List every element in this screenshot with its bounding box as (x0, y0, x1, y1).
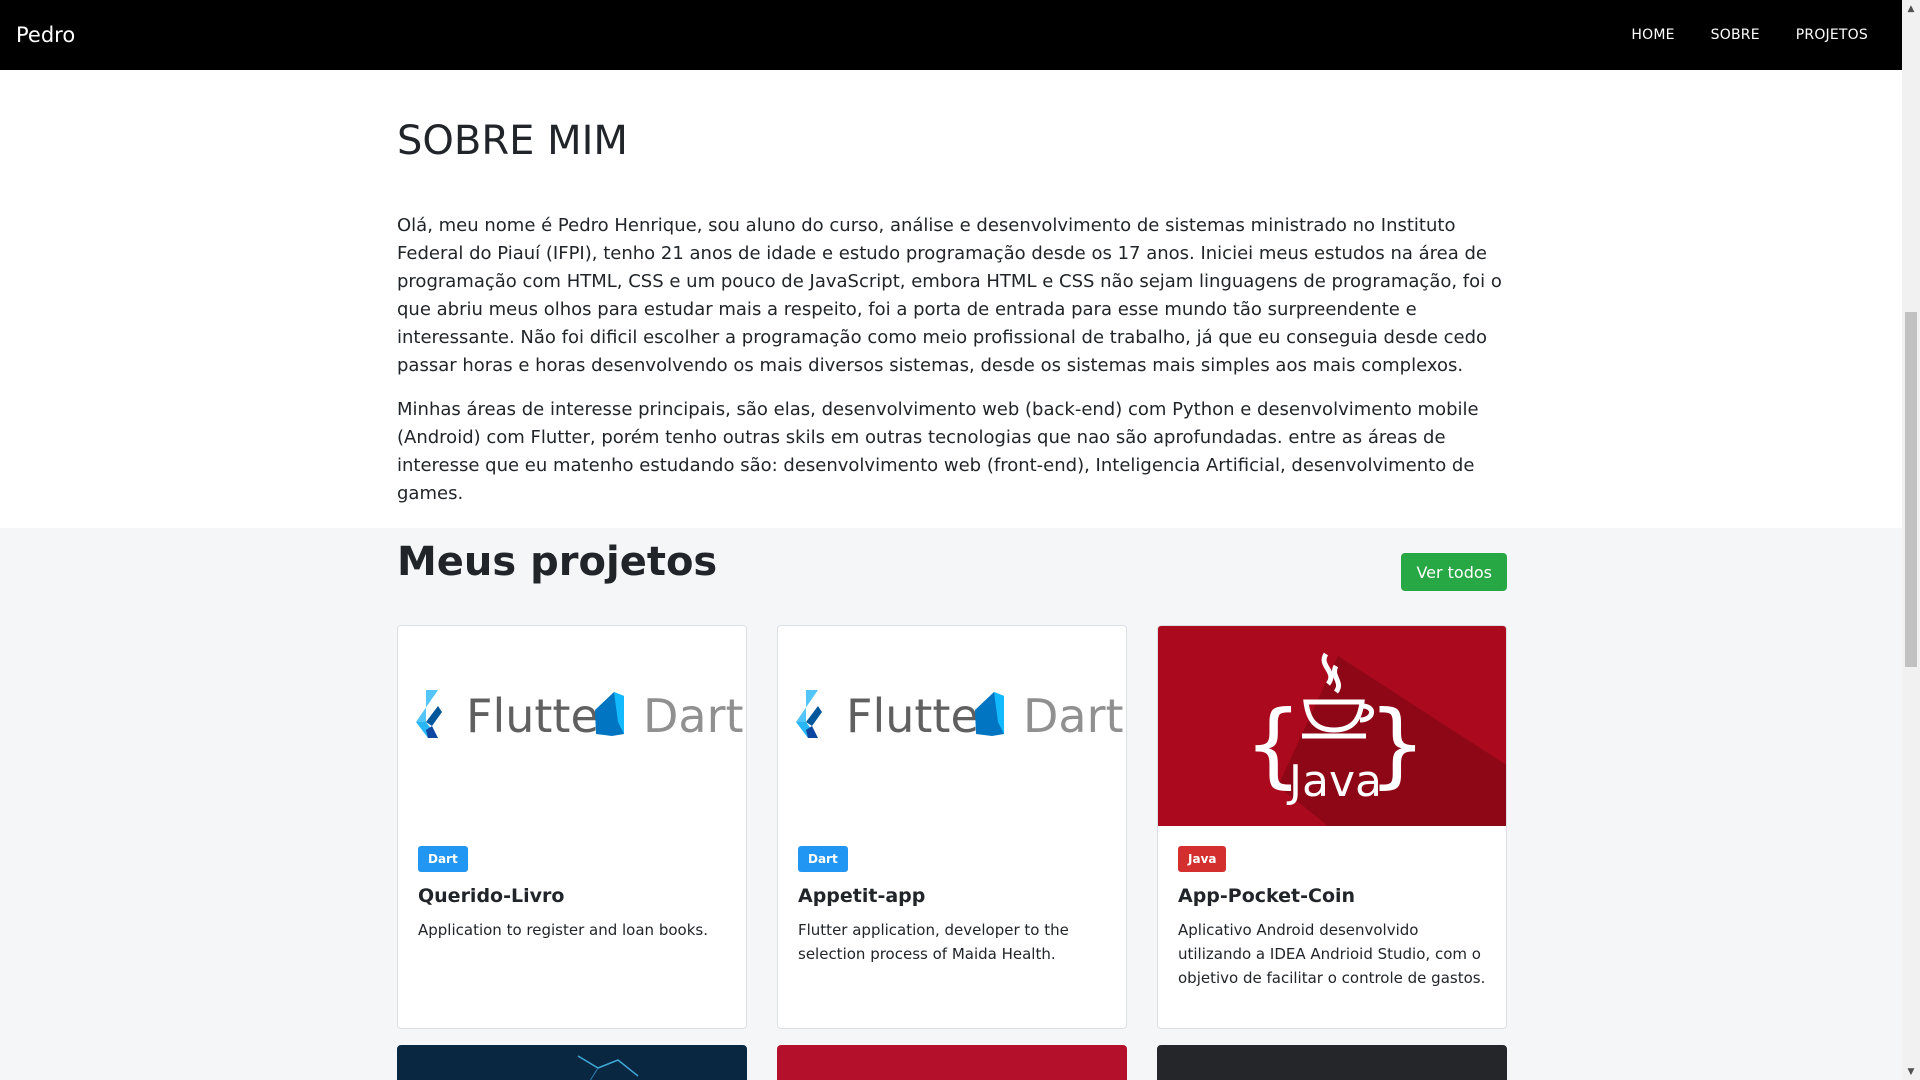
about-section: SOBRE MIM Olá, meu nome é Pedro Henrique… (0, 70, 1902, 528)
project-card[interactable]: Flutter Dart Dart Querido-Livro Applicat… (397, 625, 747, 1029)
about-paragraph-1: Olá, meu nome é Pedro Henrique, sou alun… (397, 215, 1502, 376)
about-title: SOBRE MIM (397, 118, 628, 164)
card-description: Flutter application, developer to the se… (798, 921, 1069, 963)
card-description: Application to register and loan books. (418, 921, 708, 939)
scrollbar-thumb[interactable] (1905, 312, 1917, 667)
language-badge: Java (1178, 846, 1227, 872)
card-title[interactable]: App-Pocket-Coin (1178, 884, 1486, 908)
java-logo-image: { } Java (1158, 626, 1506, 826)
ai-network-image (577, 1055, 639, 1080)
card-title[interactable]: Querido-Livro (418, 884, 726, 908)
projects-title: Meus projetos (397, 539, 718, 585)
view-all-button[interactable]: Ver todos (1401, 553, 1507, 591)
page-scrollbar[interactable]: ▲ ▼ (1902, 0, 1920, 1080)
project-card[interactable] (1157, 1045, 1507, 1080)
nav-link-projetos[interactable]: PROJETOS (1778, 27, 1868, 43)
card-description: Aplicativo Android desenvolvido utilizan… (1178, 921, 1486, 987)
svg-text:Dart: Dart (1023, 689, 1124, 743)
page: Pedro HOME SOBRE PROJETOS SOBRE MIM Olá,… (0, 0, 1902, 1080)
flutter-dart-logo-image: Flutter Dart (398, 626, 746, 826)
nav-links: HOME SOBRE PROJETOS (1613, 27, 1868, 43)
card-title[interactable]: Appetit-app (798, 884, 1106, 908)
svg-text:Flutter: Flutter (466, 689, 618, 743)
projects-section: Meus projetos Ver todos Flutter Dart Dar… (0, 528, 1902, 1080)
flutter-dart-logo-image: Flutter Dart (778, 626, 1126, 826)
navbar: Pedro HOME SOBRE PROJETOS (0, 0, 1902, 70)
about-paragraph-2: Minhas áreas de interesse principais, sã… (397, 399, 1479, 504)
nav-link-home[interactable]: HOME (1613, 27, 1692, 43)
project-card[interactable]: Flutter Dart Dart Appetit-app Flutter ap… (777, 625, 1127, 1029)
language-badge: Dart (798, 846, 848, 872)
language-badge: Dart (418, 846, 468, 872)
scroll-down-icon[interactable]: ▼ (1902, 1063, 1920, 1080)
svg-text:Dart: Dart (643, 689, 744, 743)
project-card[interactable] (777, 1045, 1127, 1080)
svg-text:Flutter: Flutter (846, 689, 998, 743)
brand-link[interactable]: Pedro (16, 23, 75, 47)
scroll-up-icon[interactable]: ▲ (1902, 0, 1920, 17)
project-card[interactable] (397, 1045, 747, 1080)
svg-text:Java: Java (1286, 756, 1382, 807)
nav-link-sobre[interactable]: SOBRE (1693, 27, 1778, 43)
project-card[interactable]: { } Java Java App-Pocket-Coin Aplicativo… (1157, 625, 1507, 1029)
